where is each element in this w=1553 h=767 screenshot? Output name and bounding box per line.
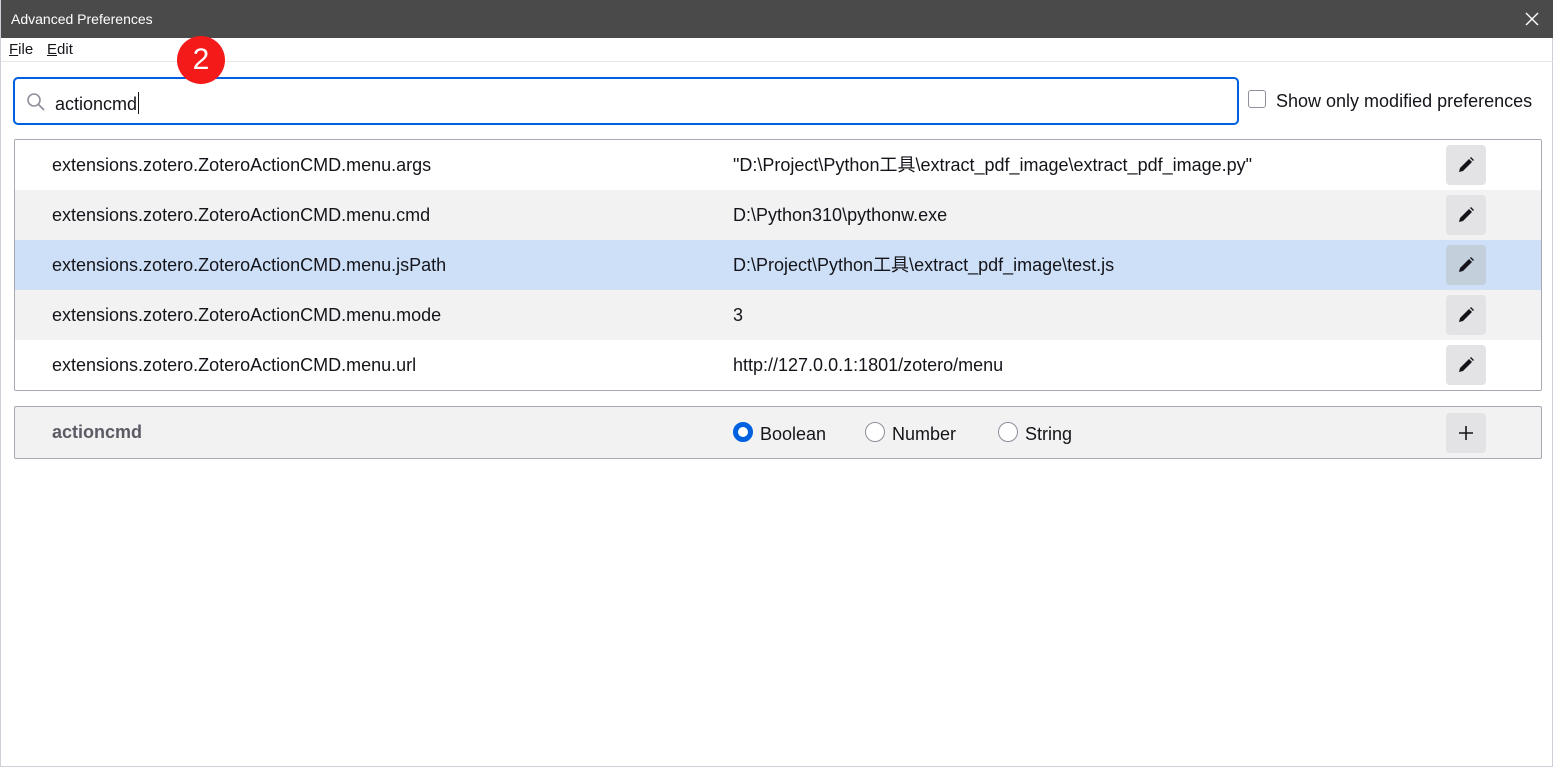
preference-row-selected[interactable]: extensions.zotero.ZoteroActionCMD.menu.j… [15,240,1541,290]
pencil-icon [1459,157,1474,172]
new-preference-row: actioncmd Boolean Number String [14,406,1542,459]
preference-name: extensions.zotero.ZoteroActionCMD.menu.a… [52,155,432,175]
type-radio-label: String [1025,424,1073,444]
edit-preference-button[interactable] [1446,295,1486,335]
preference-name: extensions.zotero.ZoteroActionCMD.menu.j… [52,255,447,275]
preference-row[interactable]: extensions.zotero.ZoteroActionCMD.menu.a… [15,140,1541,190]
plus-icon [1459,426,1473,440]
search-icon [27,93,45,111]
preference-row[interactable]: extensions.zotero.ZoteroActionCMD.menu.m… [15,290,1541,340]
preference-value: D:\Project\Python工具\extract_pdf_image\te… [733,255,1115,275]
preferences-table: extensions.zotero.ZoteroActionCMD.menu.a… [14,139,1542,391]
edit-preference-button[interactable] [1446,145,1486,185]
show-modified-checkbox[interactable] [1248,90,1266,108]
type-radio-label: Number [892,424,957,444]
window-title: Advanced Preferences [11,11,153,27]
menu-edit[interactable]: Edit [47,41,73,59]
add-preference-button[interactable] [1446,413,1486,453]
menu-file-accesskey: F [9,41,19,58]
preference-value: "D:\Project\Python工具\extract_pdf_image\e… [733,155,1253,175]
radio-dot[interactable] [865,422,885,442]
edit-preference-button[interactable] [1446,345,1486,385]
preference-value: D:\Python310\pythonw.exe [733,205,948,225]
search-input-value: actioncmd [55,92,140,114]
radio-dot[interactable] [998,422,1018,442]
advanced-preferences-window: Advanced Preferences File Edit 2 actionc… [0,0,1553,767]
preference-name: extensions.zotero.ZoteroActionCMD.menu.u… [52,355,417,375]
preference-row[interactable]: extensions.zotero.ZoteroActionCMD.menu.c… [15,190,1541,240]
preference-value: 3 [733,305,744,325]
menu-edit-label: dit [57,41,73,58]
title-bar: Advanced Preferences [1,0,1553,38]
preference-value: http://127.0.0.1:1801/zotero/menu [733,355,1004,375]
type-radio-label: Boolean [760,424,827,444]
close-icon [1525,12,1539,26]
close-button[interactable] [1522,9,1542,29]
search-input[interactable]: actioncmd [13,77,1239,125]
preference-name: extensions.zotero.ZoteroActionCMD.menu.m… [52,305,442,325]
show-modified-label: Show only modified preferences [1276,91,1533,111]
annotation-step-badge: 2 [177,36,225,84]
radio-dot[interactable] [733,422,753,442]
menu-edit-accesskey: E [47,41,58,58]
preference-row[interactable]: extensions.zotero.ZoteroActionCMD.menu.u… [15,340,1541,390]
pencil-icon [1459,357,1474,372]
search-text: actioncmd [55,94,138,114]
pencil-icon [1459,307,1474,322]
preference-name: extensions.zotero.ZoteroActionCMD.menu.c… [52,205,431,225]
menu-file-label: ile [18,41,34,58]
menu-file[interactable]: File [9,41,33,59]
menu-bar: File Edit [1,38,1553,62]
text-caret [138,92,140,114]
pencil-icon [1459,257,1474,272]
edit-preference-button[interactable] [1446,245,1486,285]
new-preference-name: actioncmd [52,422,143,442]
pencil-icon [1459,207,1474,222]
edit-preference-button[interactable] [1446,195,1486,235]
